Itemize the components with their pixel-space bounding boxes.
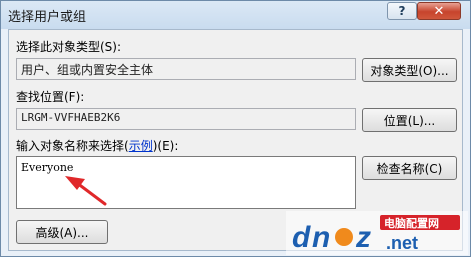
watermark-brand: 电脑配置网: [384, 216, 439, 230]
svg-text:z: z: [355, 221, 371, 254]
svg-text:d: d: [292, 221, 311, 254]
select-users-or-groups-dialog: 选择用户或组 ? ✕ 选择此对象类型(S): 用户、组或内置安全主体 对象类型(…: [0, 0, 471, 257]
site-watermark-logo: d n z 电脑配置网 .net: [286, 211, 468, 255]
watermark-domain: .net: [386, 233, 418, 253]
svg-text:n: n: [312, 221, 330, 254]
